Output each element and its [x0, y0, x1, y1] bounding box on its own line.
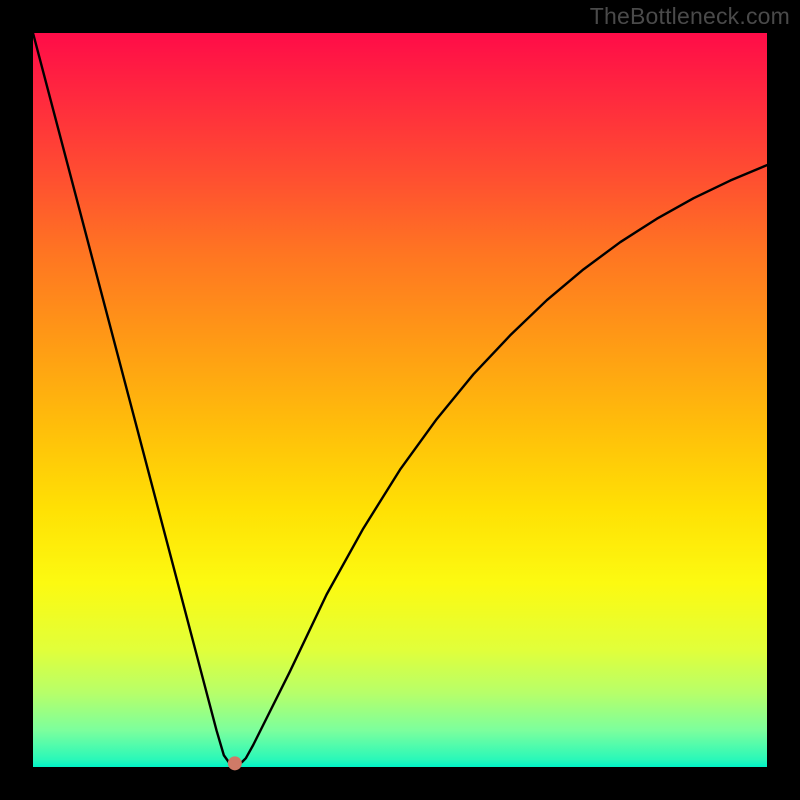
plot-area [33, 33, 767, 767]
watermark-text: TheBottleneck.com [590, 3, 790, 30]
chart-frame: TheBottleneck.com [0, 0, 800, 800]
bottleneck-curve [33, 33, 767, 767]
